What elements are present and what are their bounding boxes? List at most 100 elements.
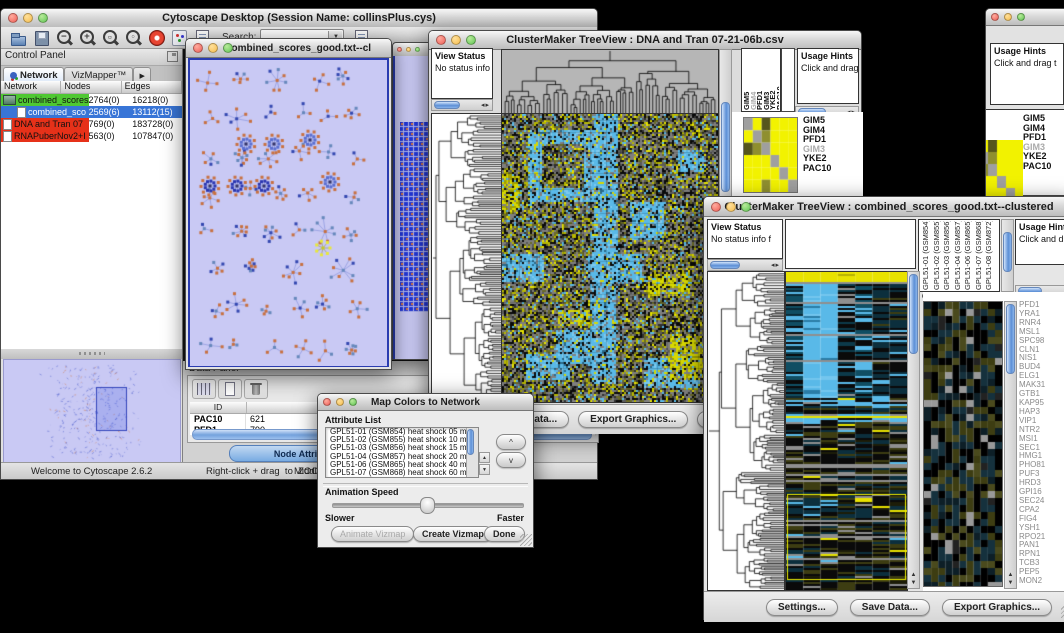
gene-dendrogram[interactable]: [707, 271, 785, 591]
column-dendrogram-panel[interactable]: [785, 219, 916, 269]
gene-label[interactable]: MON2: [1019, 577, 1064, 586]
scrollbar-thumb[interactable]: [721, 102, 730, 192]
zoom-fit-icon[interactable]: [101, 29, 120, 47]
column-label[interactable]: GPL51-03 (GSM856): [942, 221, 953, 290]
list-scrollbar[interactable]: [466, 428, 478, 477]
column-label[interactable]: PAC10: [777, 50, 780, 110]
column-label[interactable]: GPL51-02 (GSM855): [932, 221, 943, 290]
similarity-heatmap-partial[interactable]: [986, 140, 1023, 198]
column-label[interactable]: GPL51-08 (GSM872): [984, 221, 995, 290]
scrollbar-arrows-icon[interactable]: ◂▸: [771, 261, 780, 270]
strip-titlebar[interactable]: [393, 43, 431, 57]
scrollbar-thumb[interactable]: [710, 261, 740, 269]
expression-heatmap[interactable]: [785, 271, 908, 591]
labels-vscrollbar[interactable]: [1001, 219, 1014, 292]
table-row[interactable]: RNAPuberNov2+I 563(0) 107847(0): [1, 130, 182, 142]
done-button[interactable]: Done: [484, 526, 525, 542]
scrollbar-thumb[interactable]: [1006, 304, 1015, 374]
list-item[interactable]: GPL51-07 (GSM868) heat shock 60 min: [328, 469, 478, 477]
close-icon[interactable]: [991, 13, 999, 21]
zoom-vscrollbar[interactable]: ▲ ▼: [1004, 301, 1017, 589]
close-icon[interactable]: [193, 43, 203, 53]
close-icon[interactable]: [8, 13, 18, 23]
scrollbar-thumb[interactable]: [909, 274, 918, 354]
attribute-select-icon[interactable]: [192, 379, 216, 399]
scroll-down-icon[interactable]: ▼: [1005, 580, 1016, 587]
treeview2-titlebar[interactable]: ClusterMaker TreeView : combined_scores_…: [704, 197, 1064, 217]
expression-heatmap[interactable]: [501, 113, 719, 403]
table-row[interactable]: DNA and Tran 07 769(0) 183728(0): [1, 118, 182, 130]
scroll-down-icon[interactable]: ▼: [479, 464, 490, 475]
resize-grip[interactable]: [520, 534, 532, 546]
table-row[interactable]: combined_sco 2569(6) 13112(15): [1, 106, 182, 118]
attribute-listbox[interactable]: GPL51-01 (GSM854) heat shock 05 minGPL51…: [325, 427, 479, 478]
zoom-in-icon[interactable]: [78, 29, 97, 47]
dense-cluster-grid[interactable]: [400, 122, 431, 312]
zoom-heatmap[interactable]: [923, 301, 1003, 587]
new-attribute-icon[interactable]: [218, 379, 242, 399]
zoom-window-icon[interactable]: [223, 43, 233, 53]
save-icon[interactable]: [32, 29, 51, 47]
zoom-window-icon[interactable]: [1017, 13, 1025, 21]
close-icon[interactable]: [436, 35, 446, 45]
scrollbar-thumb[interactable]: [434, 101, 460, 109]
column-label[interactable]: GPL51-06 (GSM865): [963, 221, 974, 290]
close-icon[interactable]: [323, 398, 331, 406]
zoom-out-icon[interactable]: [55, 29, 74, 47]
network-graph-canvas[interactable]: [190, 60, 387, 366]
network-overview-thumbnail[interactable]: [3, 359, 181, 465]
column-header-id[interactable]: ID: [190, 402, 247, 413]
zoom-window-icon[interactable]: [349, 398, 357, 406]
scrollbar-thumb[interactable]: [1003, 232, 1012, 272]
column-header[interactable]: Network: [1, 81, 61, 93]
gene-dendrogram[interactable]: [431, 113, 503, 403]
corner-titlebar[interactable]: [986, 9, 1064, 26]
open-file-icon[interactable]: [9, 29, 28, 47]
treeview-button[interactable]: Settings...: [766, 599, 838, 616]
network-titlebar[interactable]: combined_scores_good.txt--cluste...: [186, 39, 391, 58]
scrollbar-arrows-icon[interactable]: ◂▸: [481, 101, 490, 110]
zoom-window-icon[interactable]: [415, 47, 420, 52]
heatmap-vscrollbar[interactable]: ▲ ▼: [907, 271, 920, 589]
similarity-heatmap[interactable]: [743, 117, 798, 193]
view-status-scrollbar[interactable]: ◂▸: [707, 259, 783, 271]
treeview-button[interactable]: Export Graphics...: [942, 599, 1052, 616]
treeview-button[interactable]: Save Data...: [850, 599, 930, 616]
scroll-up-icon[interactable]: ▲: [1005, 572, 1016, 579]
float-panel-icon[interactable]: [167, 51, 178, 62]
column-label[interactable]: GPL51-01 (GSM854): [921, 221, 932, 290]
zoom-window-icon[interactable]: [466, 35, 476, 45]
close-icon[interactable]: [711, 202, 721, 212]
network-canvas-partial[interactable]: [393, 56, 431, 359]
minimize-icon[interactable]: [208, 43, 218, 53]
minimize-icon[interactable]: [451, 35, 461, 45]
minimize-icon[interactable]: [406, 47, 411, 52]
scrollbar-thumb[interactable]: [467, 429, 474, 455]
gene-label[interactable]: PAC10: [803, 164, 859, 174]
move-down-button[interactable]: v: [496, 452, 526, 468]
move-up-button[interactable]: ^: [496, 434, 526, 450]
main-titlebar[interactable]: Cytoscape Desktop (Session Name: collins…: [1, 9, 597, 28]
speed-slider-thumb[interactable]: [420, 497, 435, 514]
scroll-up-icon[interactable]: ▲: [479, 452, 490, 463]
scroll-up-icon[interactable]: ▲: [908, 572, 919, 579]
dialog-titlebar[interactable]: Map Colors to Network: [318, 394, 533, 411]
view-status-scrollbar[interactable]: ◂▸: [431, 99, 493, 111]
column-header[interactable]: Nodes: [61, 81, 121, 93]
gene-label[interactable]: PAC10: [1023, 162, 1064, 172]
panel-splitter[interactable]: [1, 349, 182, 359]
close-icon[interactable]: [397, 47, 402, 52]
zoom-window-icon[interactable]: [741, 202, 751, 212]
minimize-icon[interactable]: [336, 398, 344, 406]
create-vizmap-button[interactable]: Create Vizmap: [413, 526, 493, 542]
minimize-icon[interactable]: [23, 13, 33, 23]
table-row[interactable]: combined_scores 2764(0) 16218(0): [1, 94, 182, 106]
zoom-selected-icon[interactable]: [124, 29, 143, 47]
zoom-window-icon[interactable]: [38, 13, 48, 23]
column-dendrogram[interactable]: [501, 49, 719, 114]
delete-attribute-icon[interactable]: [244, 379, 268, 399]
column-header[interactable]: Edges: [122, 81, 182, 93]
column-label[interactable]: GPL51-07 (GSM868): [974, 221, 985, 290]
help-icon[interactable]: [147, 29, 166, 47]
minimize-icon[interactable]: [726, 202, 736, 212]
